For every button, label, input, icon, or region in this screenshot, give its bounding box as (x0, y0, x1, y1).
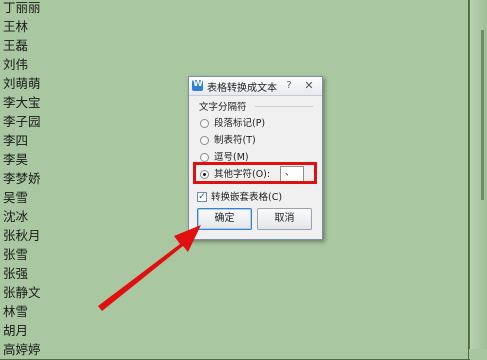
red-pointer-arrow (98, 225, 201, 311)
